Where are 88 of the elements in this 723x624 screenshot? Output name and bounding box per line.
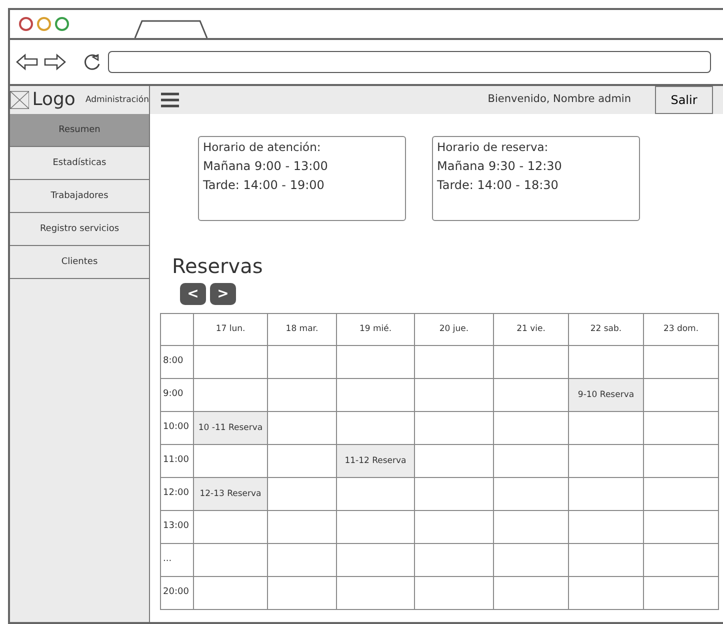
address-field[interactable] (108, 51, 711, 73)
sidebar-item[interactable]: Estadísticas (10, 147, 149, 180)
window-buttons-icon[interactable] (18, 16, 70, 32)
table-cell[interactable] (414, 346, 494, 378)
table-cell[interactable] (414, 510, 494, 544)
table-cell[interactable] (644, 510, 718, 544)
table-cell[interactable] (568, 478, 644, 510)
sidebar-item[interactable]: Trabajadores (10, 180, 149, 213)
table-cell[interactable] (194, 510, 268, 544)
sidebar-item[interactable]: Registro servicios (10, 213, 149, 246)
table-cell[interactable] (568, 510, 644, 544)
welcome-text: Bienvenido, Nombre admin (488, 92, 631, 108)
sidebar-item[interactable]: Clientes (10, 246, 149, 279)
table-cell[interactable] (268, 510, 336, 544)
column-header: 23 dom. (644, 314, 718, 346)
table-cell[interactable] (644, 444, 718, 478)
column-header: 17 lun. (194, 314, 268, 346)
table-cell[interactable] (644, 378, 718, 412)
section-title: Reservas (172, 253, 264, 280)
table-cell[interactable] (414, 478, 494, 510)
logout-button[interactable]: Salir (655, 86, 713, 114)
table-cell[interactable] (336, 378, 414, 412)
forward-icon[interactable] (44, 53, 66, 71)
schedule-line: Mañana 9:30 - 12:30 (437, 158, 563, 175)
table-cell[interactable] (644, 544, 718, 576)
reservation-cell[interactable]: 11-12 Reserva (336, 444, 414, 478)
time-cell: 13:00 (160, 510, 194, 544)
table-cell[interactable] (268, 576, 336, 610)
table-cell[interactable] (494, 510, 568, 544)
table-cell[interactable] (494, 544, 568, 576)
table-cell[interactable] (568, 412, 644, 444)
reservation-cell[interactable]: 10 -11 Reserva (194, 412, 268, 444)
time-cell: 9:00 (160, 378, 194, 412)
table-cell[interactable] (414, 444, 494, 478)
table-cell[interactable] (194, 576, 268, 610)
logo-text: Logo (32, 91, 76, 109)
table-cell[interactable] (268, 378, 336, 412)
reservation-cell[interactable]: 12-13 Reserva (194, 478, 268, 510)
table-cell[interactable] (336, 544, 414, 576)
table-cell[interactable] (414, 412, 494, 444)
column-header: 22 sab. (568, 314, 644, 346)
table-cell[interactable] (494, 576, 568, 610)
table-cell[interactable] (568, 444, 644, 478)
box-title: Horario de atención: (203, 139, 322, 156)
table-cell[interactable] (644, 412, 718, 444)
sidebar-item[interactable]: Resumen (10, 114, 149, 147)
table-cell[interactable] (568, 576, 644, 610)
app-name: Administración (85, 94, 149, 106)
column-header: 18 mar. (268, 314, 336, 346)
time-cell: 20:00 (160, 576, 194, 610)
table-cell[interactable] (336, 576, 414, 610)
table-cell[interactable] (268, 478, 336, 510)
time-cell: 8:00 (160, 346, 194, 378)
reload-icon[interactable] (82, 52, 102, 72)
table-cell[interactable] (494, 412, 568, 444)
table-cell[interactable] (644, 576, 718, 610)
table-cell[interactable] (644, 346, 718, 378)
table-cell[interactable] (336, 510, 414, 544)
table-cell[interactable] (268, 412, 336, 444)
browser-tab[interactable] (134, 20, 209, 38)
table-cell[interactable] (194, 544, 268, 576)
table-cell[interactable] (414, 544, 494, 576)
column-header: 21 vie. (494, 314, 568, 346)
previous-button[interactable]: < (180, 283, 206, 305)
table-cell[interactable] (194, 346, 268, 378)
table-cell[interactable] (414, 378, 494, 412)
time-cell: 11:00 (160, 444, 194, 478)
back-icon[interactable] (16, 53, 38, 71)
column-header: 20 jue. (414, 314, 494, 346)
column-header: 19 mié. (336, 314, 414, 346)
table-cell[interactable] (494, 478, 568, 510)
schedule-line: Tarde: 14:00 - 18:30 (437, 177, 560, 194)
table-cell[interactable] (414, 576, 494, 610)
table-cell[interactable] (268, 544, 336, 576)
table-cell[interactable] (268, 346, 336, 378)
table-cell[interactable] (568, 544, 644, 576)
table-cell[interactable] (336, 346, 414, 378)
menu-icon[interactable] (160, 92, 180, 108)
reservation-cell[interactable]: 9-10 Reserva (568, 378, 644, 412)
box-title: Horario de reserva: (437, 139, 550, 156)
next-button[interactable]: > (210, 283, 236, 305)
table-cell[interactable] (494, 346, 568, 378)
table-cell[interactable] (336, 478, 414, 510)
table-cell[interactable] (494, 444, 568, 478)
table-cell[interactable] (644, 478, 718, 510)
time-cell: ... (160, 544, 194, 576)
schedule-line: Tarde: 14:00 - 19:00 (203, 177, 326, 194)
schedule-line: Mañana 9:00 - 13:00 (203, 158, 329, 175)
